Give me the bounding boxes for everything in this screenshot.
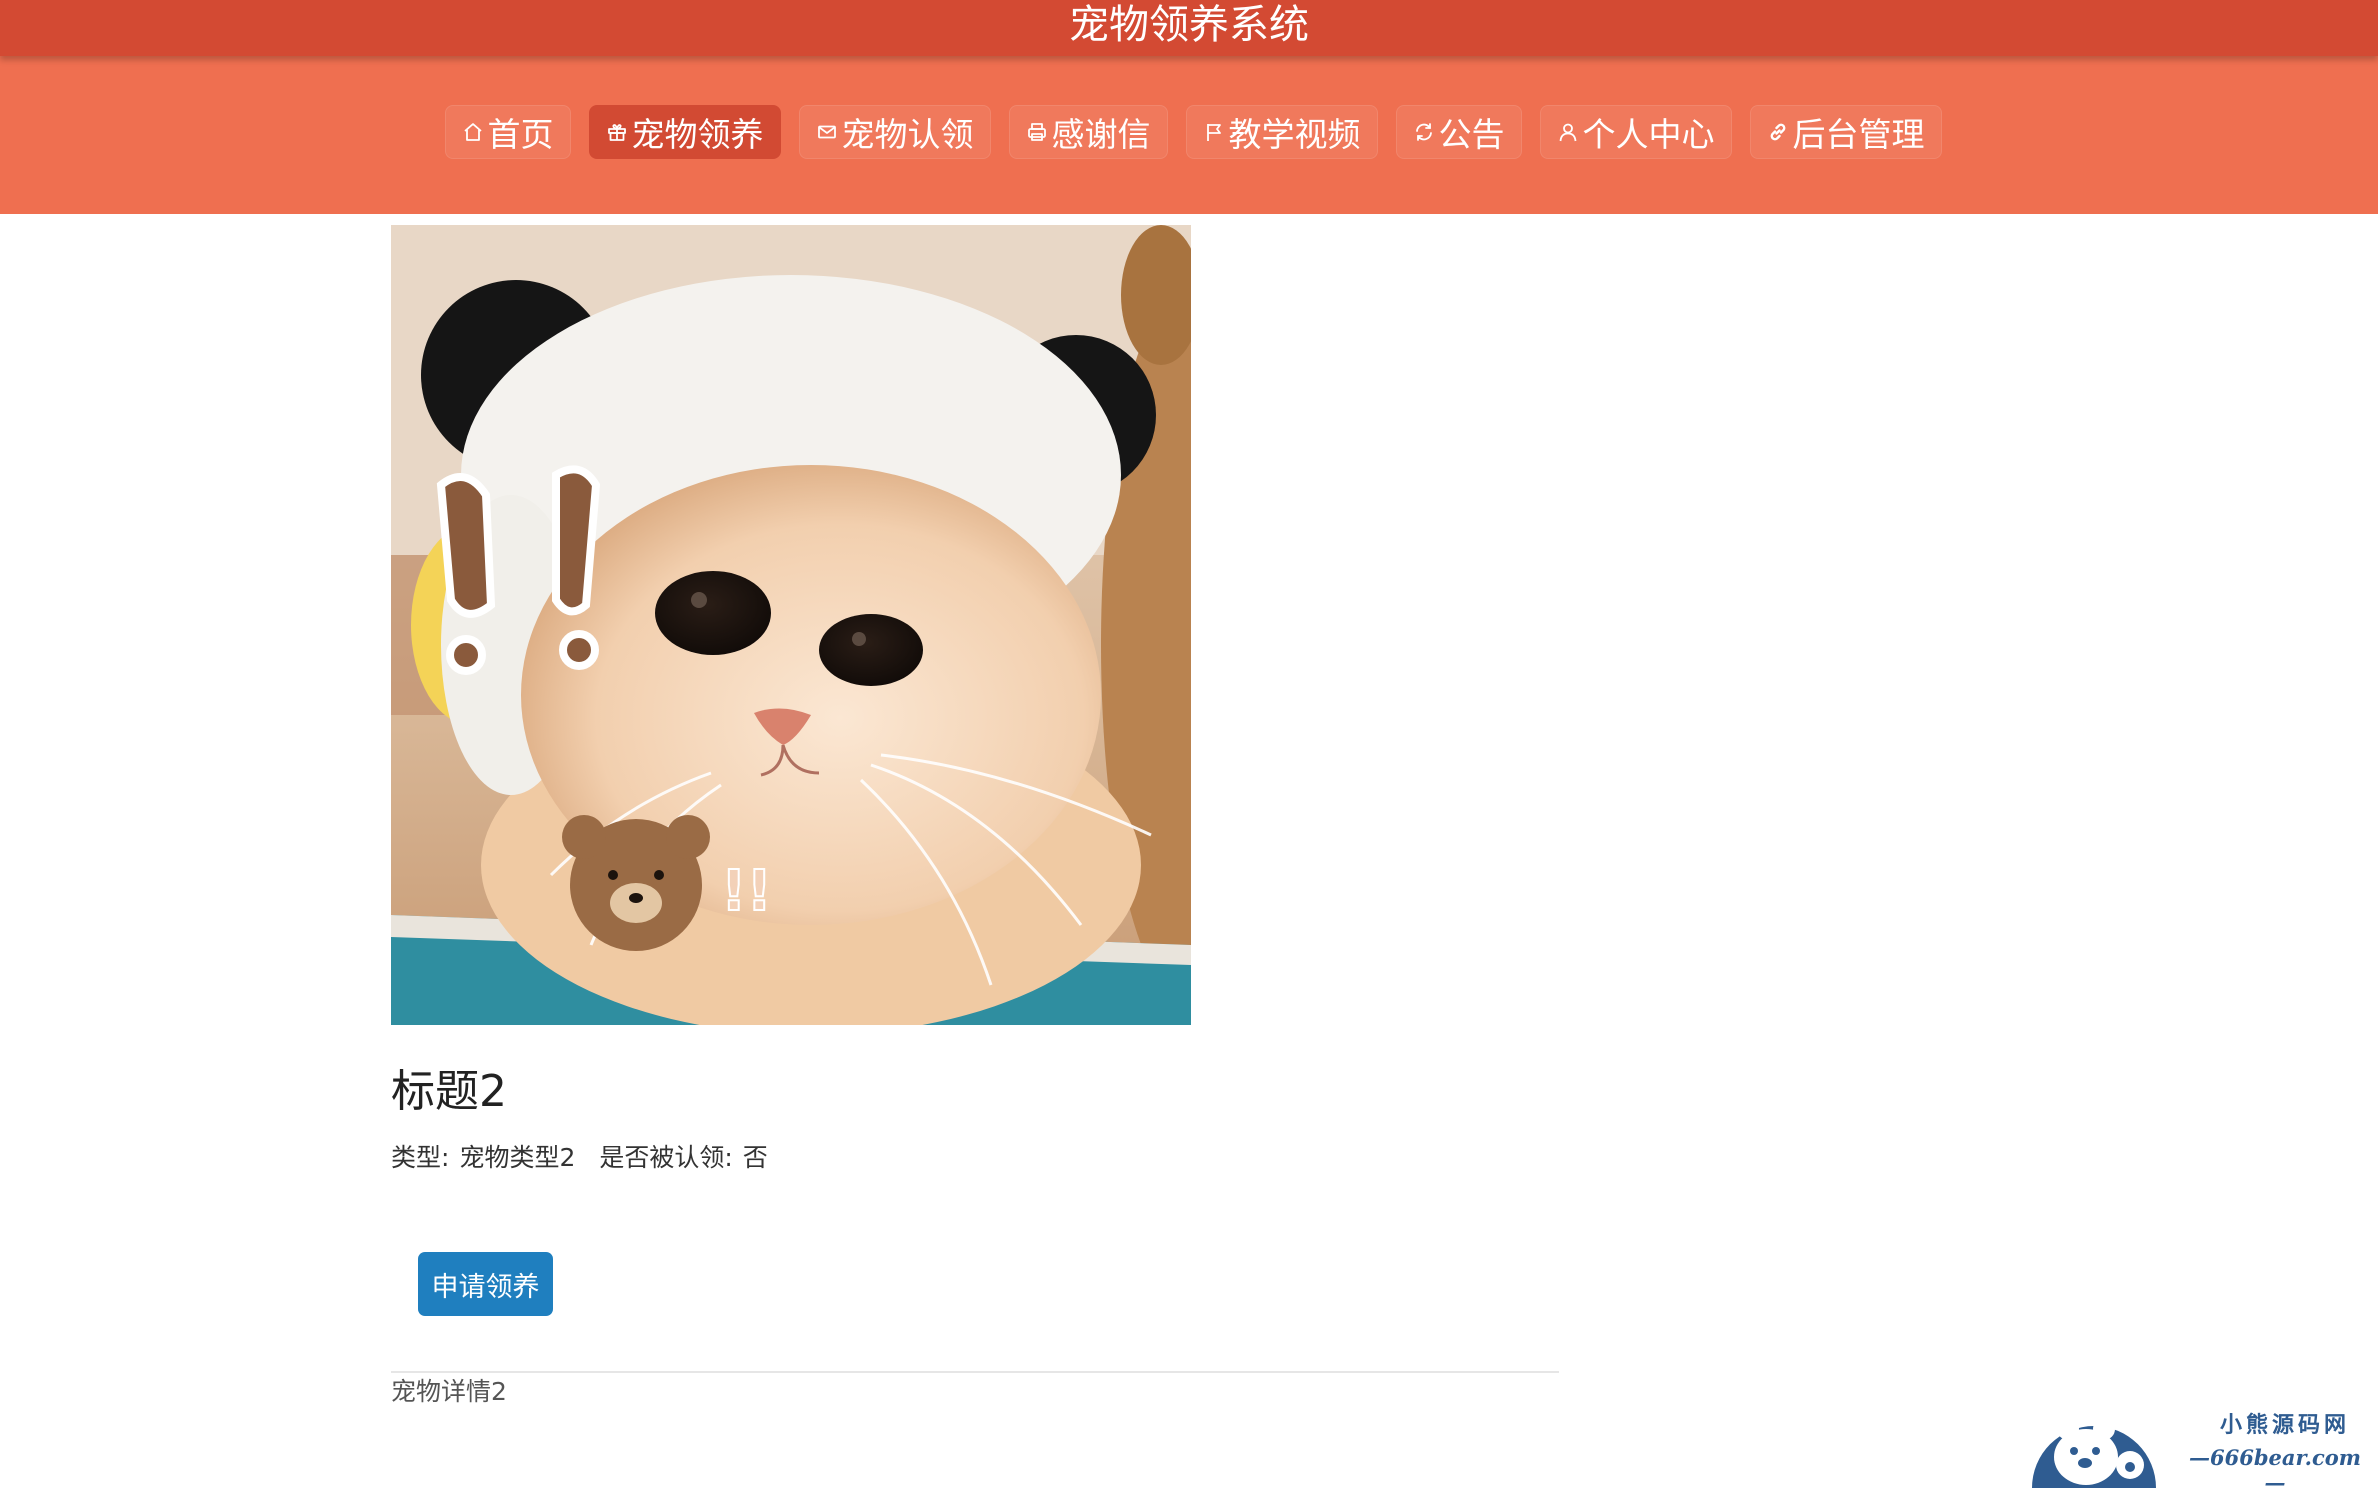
gift-icon: [606, 121, 628, 143]
nav-item-pet-claim[interactable]: 宠物认领: [798, 105, 991, 159]
nav-item-label: 公告: [1438, 115, 1505, 154]
nav-item-label: 宠物认领: [841, 115, 974, 154]
pet-meta: 类型: 宠物类型2 是否被认领: 否: [391, 1138, 778, 1178]
nav-item-label: 后台管理: [1792, 115, 1925, 154]
claimed-value: 否: [742, 1143, 768, 1172]
pet-title: 标题2: [391, 1066, 507, 1117]
pet-detail: 宠物详情2: [391, 1377, 507, 1406]
watermark-url: —666bear.com—: [2189, 1445, 2361, 1488]
nav-menu: 首页 宠物领养 宠物认领 感谢信 教学视频 公告 个人中心 后台管理: [0, 105, 2378, 159]
nav-item-label: 首页: [487, 115, 554, 154]
sync-icon: [1413, 121, 1435, 143]
nav-item-label: 宠物领养: [631, 115, 764, 154]
nav-bar: 首页 宠物领养 宠物认领 感谢信 教学视频 公告 个人中心 后台管理: [0, 56, 2378, 214]
nav-item-thank-you-letters[interactable]: 感谢信: [1008, 105, 1168, 159]
page: 宠物领养系统 首页 宠物领养 宠物认领 感谢信 教学视频 公告 个人中心 后台管…: [0, 0, 2378, 1488]
nav-item-label: 感谢信: [1051, 115, 1151, 154]
nav-item-label: 个人中心: [1582, 115, 1715, 154]
printer-icon: [1026, 121, 1048, 143]
nav-item-home[interactable]: 首页: [444, 105, 571, 159]
nav-item-tutorial-videos[interactable]: 教学视频: [1185, 105, 1378, 159]
nav-item-label: 教学视频: [1228, 115, 1361, 154]
top-bar: 宠物领养系统: [0, 0, 2378, 56]
pet-type-label: 类型:: [391, 1143, 450, 1172]
site-title: 宠物领养系统: [1069, 2, 1309, 48]
watermark-site-name: 小熊源码网: [2219, 1412, 2350, 1438]
mail-icon: [816, 121, 838, 143]
home-icon: [462, 121, 484, 143]
pet-photo: !!: [391, 225, 1191, 1025]
pet-type-value: 宠物类型2: [459, 1143, 576, 1172]
nav-item-personal-center[interactable]: 个人中心: [1539, 105, 1732, 159]
nav-item-announcements[interactable]: 公告: [1395, 105, 1522, 159]
nav-item-admin[interactable]: 后台管理: [1749, 105, 1942, 159]
nav-item-pet-adoption[interactable]: 宠物领养: [588, 105, 781, 159]
flag-icon: [1203, 121, 1225, 143]
watermark: 小熊源码网 —666bear.com—: [2030, 1395, 2370, 1488]
bear-logo-icon: [2032, 1418, 2156, 1488]
apply-adoption-button[interactable]: 申请领养: [418, 1252, 553, 1316]
svg-text:!!: !!: [721, 859, 772, 924]
claimed-label: 是否被认领:: [599, 1143, 733, 1172]
user-icon: [1557, 121, 1579, 143]
link-icon: [1767, 121, 1789, 143]
divider: [391, 1371, 1559, 1373]
